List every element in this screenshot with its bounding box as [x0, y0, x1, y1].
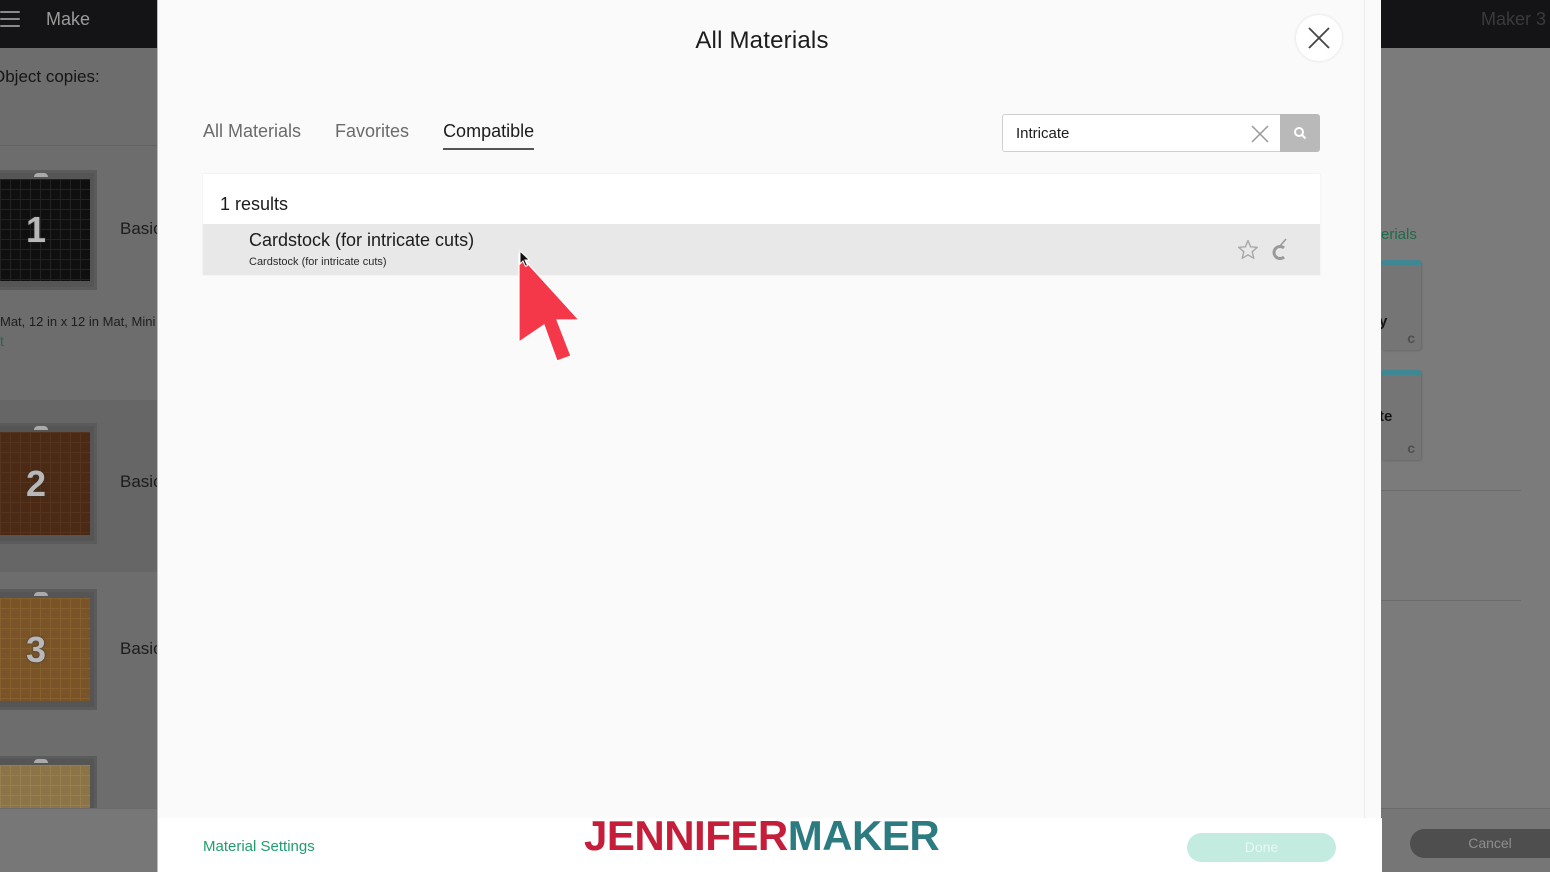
- clear-icon: [1251, 125, 1269, 143]
- favorite-star-icon[interactable]: [1236, 238, 1260, 262]
- mat-handle-icon: [34, 759, 48, 763]
- result-subtitle: Cardstock (for intricate cuts): [249, 256, 387, 268]
- results-panel: 1 results Cardstock (for intricate cuts)…: [203, 174, 1320, 275]
- mat-sizes: Mat, 12 in x 12 in Mat, Mini: [0, 314, 156, 329]
- divider: [1381, 490, 1521, 491]
- menu-icon[interactable]: [0, 11, 20, 29]
- mat-number: 3: [26, 628, 47, 670]
- results-count: 1 results: [220, 194, 289, 214]
- right-footer: Cancel: [1381, 808, 1550, 872]
- copies-label: Object copies:: [0, 67, 100, 86]
- materials-modal: All Materials All Materials Favorites Co…: [157, 0, 1382, 872]
- search-icon: [1294, 127, 1307, 140]
- material-card[interactable]: y c: [1379, 260, 1421, 350]
- mat-thumbnail-2[interactable]: 2: [0, 423, 97, 544]
- cricut-icon: c: [1407, 330, 1415, 346]
- app-title: Make: [46, 9, 91, 29]
- mat-handle-icon: [34, 426, 48, 430]
- cricut-icon: c: [1407, 440, 1415, 456]
- search-input[interactable]: [1016, 115, 1236, 151]
- watermark-part2: MAKER: [787, 812, 940, 859]
- search-button[interactable]: [1280, 114, 1320, 152]
- divider: [1364, 0, 1365, 818]
- right-panel: erials y c te c Cancel: [1379, 48, 1550, 872]
- done-button[interactable]: Done: [1187, 833, 1336, 862]
- modal-title: All Materials: [695, 27, 829, 54]
- divider: [1381, 600, 1521, 601]
- tab-compatible[interactable]: Compatible: [443, 121, 535, 150]
- mouse-cursor-icon: [519, 250, 531, 268]
- close-button[interactable]: [1296, 15, 1342, 61]
- mat-label: Basic: [120, 639, 162, 658]
- tab-all-materials[interactable]: All Materials: [203, 121, 301, 150]
- search-box: [1002, 114, 1320, 152]
- mat-number: 1: [26, 209, 47, 250]
- result-item[interactable]: Cardstock (for intricate cuts) Cardstock…: [203, 224, 1320, 275]
- result-title: Cardstock (for intricate cuts): [249, 230, 475, 250]
- cricut-compatible-icon: [1272, 238, 1287, 260]
- clear-search-button[interactable]: [1250, 124, 1270, 144]
- left-panel: Object copies: 1 Basic Mat, 12 in x 12 i…: [0, 48, 162, 872]
- browse-materials-link[interactable]: erials: [1381, 226, 1417, 243]
- material-tabs: All Materials Favorites Compatible: [203, 121, 535, 150]
- mat-label: Basic: [120, 219, 162, 238]
- cancel-button[interactable]: Cancel: [1410, 829, 1550, 858]
- search-input-wrap: [1002, 114, 1280, 152]
- machine-name[interactable]: Maker 3: [1481, 9, 1546, 30]
- mat-thumbnail-3[interactable]: 3: [0, 589, 97, 710]
- jennifermaker-watermark: JENNIFERMAKER: [584, 812, 940, 860]
- material-settings-link[interactable]: Material Settings: [203, 838, 315, 855]
- close-icon: [1308, 27, 1330, 49]
- material-card-text: te: [1379, 408, 1393, 425]
- edit-link[interactable]: t: [0, 333, 4, 349]
- material-card[interactable]: te c: [1379, 370, 1421, 460]
- mat-number: 2: [26, 462, 47, 504]
- mat-handle-icon: [34, 173, 48, 177]
- left-footer: [0, 808, 157, 872]
- divider: [0, 145, 157, 146]
- watermark-part1: JENNIFER: [584, 812, 788, 859]
- mat-thumbnail-1[interactable]: 1: [0, 170, 97, 290]
- mat-label: Basic: [120, 472, 162, 491]
- mat-handle-icon: [34, 592, 48, 596]
- tab-favorites[interactable]: Favorites: [335, 121, 409, 150]
